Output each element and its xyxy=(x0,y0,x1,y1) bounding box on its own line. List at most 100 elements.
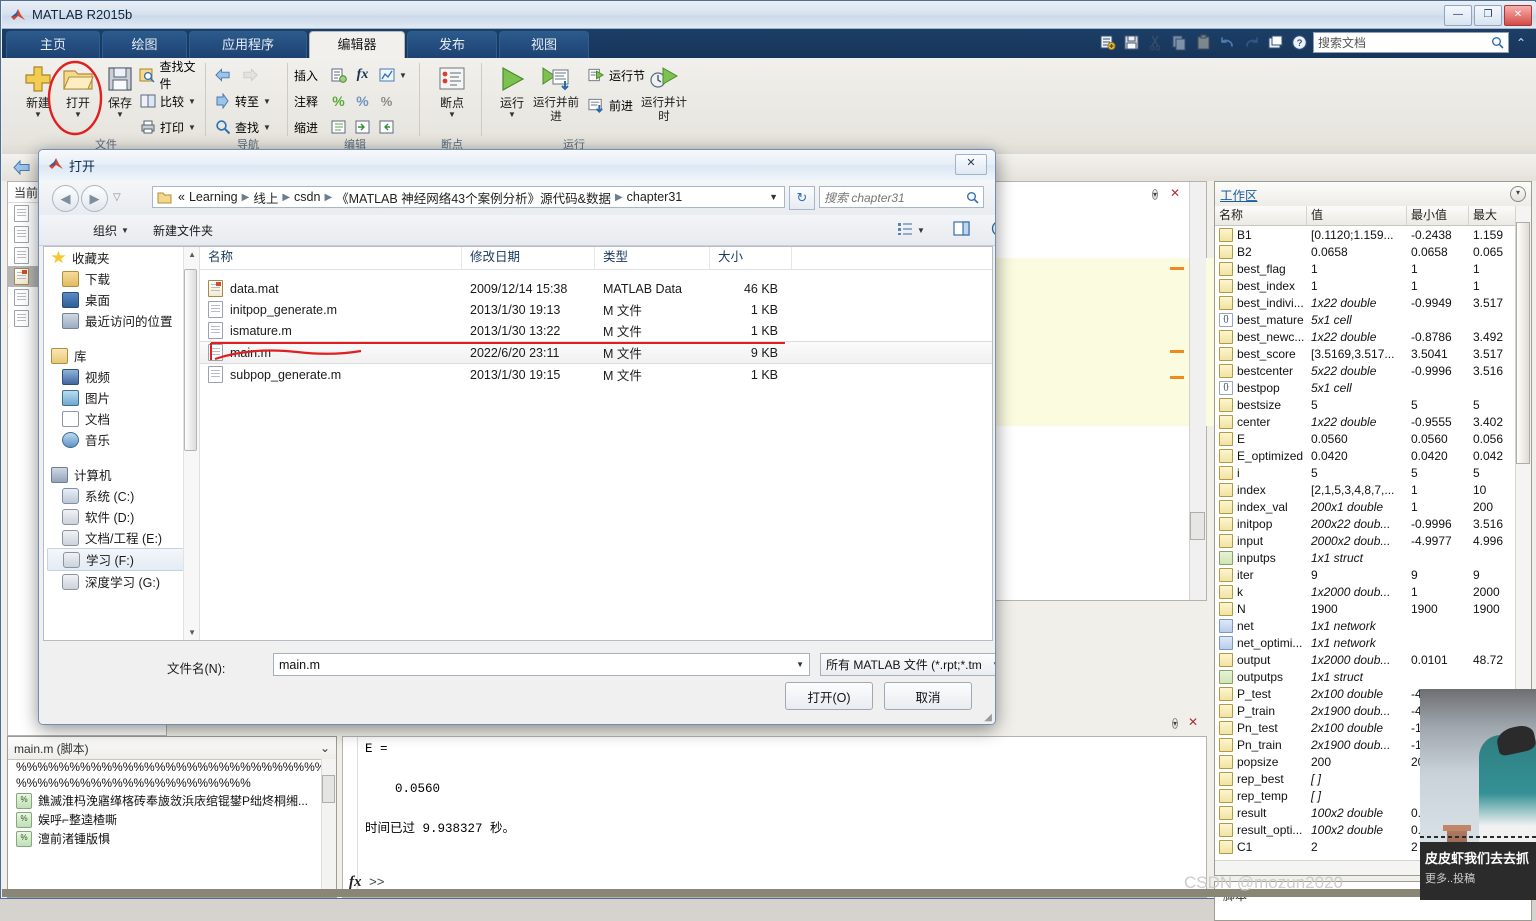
outline-item[interactable]: % 澶前渚锺版惧 xyxy=(8,829,336,848)
indent-left-button[interactable] xyxy=(378,116,395,138)
workspace-row-23[interactable]: net 1x1 network xyxy=(1215,617,1531,634)
insert-block-icon-btn[interactable] xyxy=(330,64,347,86)
workspace-col-max[interactable]: 最大 xyxy=(1469,206,1517,225)
back-button[interactable] xyxy=(214,64,231,86)
workspace-row-20[interactable]: iter 9 9 9 xyxy=(1215,566,1531,583)
workspace-row-13[interactable]: E_optimized 0.0420 0.0420 0.042 xyxy=(1215,447,1531,464)
undo-icon[interactable] xyxy=(1217,32,1238,53)
breakpoints-button[interactable]: 断点 ▼ xyxy=(426,62,478,119)
workspace-row-24[interactable]: net_optimi... 1x1 network xyxy=(1215,634,1531,651)
breadcrumb-item-learning[interactable]: Learning xyxy=(187,190,240,204)
file-row-4[interactable]: subpop_generate.m 2013/1/30 19:15 M 文件 1 KB xyxy=(200,364,992,385)
help-icon[interactable]: ?? xyxy=(1289,32,1310,53)
workspace-row-16[interactable]: index_val 200x1 double 1 200 xyxy=(1215,498,1531,515)
sidebar-item-4[interactable]: 库 xyxy=(44,345,199,366)
workspace-row-6[interactable]: best_newc... 1x22 double -0.8786 3.492 xyxy=(1215,328,1531,345)
dialog-help-button[interactable]: ? xyxy=(985,219,995,241)
workspace-row-1[interactable]: B2 0.0658 0.0658 0.065 xyxy=(1215,243,1531,260)
workspace-row-2[interactable]: best_flag 1 1 1 xyxy=(1215,260,1531,277)
print-caret[interactable]: ▼ xyxy=(188,123,196,132)
filename-input[interactable]: main.m ▼ xyxy=(273,653,810,676)
switch-window-icon[interactable] xyxy=(1265,32,1286,53)
ribbon-collapse-icon[interactable]: ⌃ xyxy=(1512,32,1530,53)
command-window-options-icon[interactable]: ▾ xyxy=(1171,715,1178,730)
comment-button[interactable]: 注释 xyxy=(294,90,318,112)
wrap-comment-button[interactable]: % xyxy=(378,90,395,112)
open-confirm-button[interactable]: 打开(O) xyxy=(785,682,873,710)
workspace-row-11[interactable]: center 1x22 double -0.9555 3.402 xyxy=(1215,413,1531,430)
workspace-scroll-thumb[interactable] xyxy=(1516,222,1530,464)
print-button[interactable]: 打印 ▼ xyxy=(139,116,196,138)
sidebar-item-9[interactable]: 计算机 xyxy=(44,464,199,485)
workspace-row-18[interactable]: input 2000x2 doub... -4.9977 4.996 xyxy=(1215,532,1531,549)
breakpoints-caret[interactable]: ▼ xyxy=(426,110,478,119)
command-window-close-icon[interactable]: ✕ xyxy=(1188,715,1198,729)
dialog-resize-grip[interactable]: ◢ xyxy=(984,712,992,723)
sidebar-item-7[interactable]: 文档 xyxy=(44,408,199,429)
column-header-size[interactable]: 大小 xyxy=(710,247,792,269)
preview-pane-button[interactable] xyxy=(947,219,976,241)
sidebar-item-5[interactable]: 视频 xyxy=(44,366,199,387)
uncomment-button[interactable]: % xyxy=(354,90,371,112)
sidebar-scrollbar[interactable]: ▲ ▼ xyxy=(183,247,199,640)
tab-editor[interactable]: 编辑器 xyxy=(309,31,405,58)
minimize-button[interactable]: — xyxy=(1444,5,1472,26)
editor-close-icon[interactable]: ✕ xyxy=(1170,186,1180,200)
workspace-row-3[interactable]: best_index 1 1 1 xyxy=(1215,277,1531,294)
workspace-col-value[interactable]: 值 xyxy=(1307,206,1407,225)
run-advance-button[interactable]: 运行并前进 xyxy=(528,62,584,124)
column-header-type[interactable]: 类型 xyxy=(595,247,710,269)
cancel-button[interactable]: 取消 xyxy=(884,682,972,710)
dialog-sidebar[interactable]: 收藏夹 下载 桌面 最近访问的位置库视频 图片 文档 音乐 计算机 系统 (C:) 软件 (D:)… xyxy=(44,247,200,640)
sidebar-item-3[interactable]: 最近访问的位置 xyxy=(44,310,199,331)
sidebar-item-1[interactable]: 下载 xyxy=(44,268,199,289)
sidebar-item-12[interactable]: 文档/工程 (E:) xyxy=(44,527,199,548)
workspace-row-26[interactable]: outputps 1x1 struct xyxy=(1215,668,1531,685)
workspace-row-17[interactable]: initpop 200x22 doub... -0.9996 3.516 xyxy=(1215,515,1531,532)
find-caret[interactable]: ▼ xyxy=(263,123,271,132)
command-window[interactable]: E = 0.0560 时间已过 9.938327 秒。 fx >> ✕ ▾ xyxy=(342,715,1207,898)
insert-caret[interactable]: ▼ xyxy=(399,71,407,80)
insert-fi-button[interactable]: ▼ xyxy=(378,64,407,86)
save-icon[interactable] xyxy=(1121,32,1142,53)
workspace-row-9[interactable]: {} bestpop 5x1 cell xyxy=(1215,379,1531,396)
breadcrumb-item-chapter31[interactable]: chapter31 xyxy=(625,190,685,204)
outline-item[interactable]: % 娱呼⌐整逵楂嘶 xyxy=(8,810,336,829)
tab-publish[interactable]: 发布 xyxy=(407,31,497,58)
chevron-down-icon[interactable]: ▾ xyxy=(1171,718,1178,729)
workspace-row-19[interactable]: inputps 1x1 struct xyxy=(1215,549,1531,566)
find-files-button[interactable]: 查找文件 xyxy=(139,60,206,91)
dialog-back-button[interactable]: ◀ xyxy=(52,185,79,212)
editor-options-icon[interactable]: ▾ xyxy=(1151,186,1158,201)
outline-item[interactable]: % 鐎滅淮杩浼寤缂楁砖奉旇敜浜庡绾锟鐢P绌炵桐缃... xyxy=(8,791,336,810)
breadcrumb-item-online[interactable]: 线上 xyxy=(251,188,280,207)
advance-button[interactable]: 前进 xyxy=(588,94,633,116)
tab-plots[interactable]: 绘图 xyxy=(102,31,187,58)
editor-outline-panel[interactable]: main.m (脚本) ⌄ %%%%%%%%%%%%%%%%%%%%%%%%%%… xyxy=(7,736,337,898)
view-mode-button[interactable]: ▼ xyxy=(891,219,931,241)
sidebar-item-10[interactable]: 系统 (C:) xyxy=(44,485,199,506)
workspace-col-name[interactable]: 名称 xyxy=(1215,206,1307,225)
workspace-row-12[interactable]: E 0.0560 0.0560 0.056 xyxy=(1215,430,1531,447)
indent-button[interactable]: 缩进 xyxy=(294,116,318,138)
video-overlay[interactable]: 皮皮虾我们去去抓 更多..投稿 xyxy=(1420,689,1536,900)
open-file-dialog[interactable]: 打开 ✕ ◀ ▶ ▽ « Learning ▶ 线上 ▶ csdn ▶ 《MAT… xyxy=(38,149,996,725)
file-row-3[interactable]: main.m 2022/6/20 23:11 M 文件 9 KB xyxy=(200,341,992,364)
compare-button[interactable]: 比较 ▼ xyxy=(139,90,196,112)
sidebar-item-2[interactable]: 桌面 xyxy=(44,289,199,310)
chevron-down-icon[interactable]: ⌄ xyxy=(320,741,330,755)
nav-back-icon[interactable] xyxy=(12,158,31,177)
workspace-row-10[interactable]: bestsize 5 5 5 xyxy=(1215,396,1531,413)
fx-button[interactable]: fx xyxy=(354,64,371,86)
file-type-filter-select[interactable]: 所有 MATLAB 文件 (*.rpt;*.tm ▼ xyxy=(820,653,995,676)
maximize-button[interactable]: ❐ xyxy=(1474,5,1502,26)
sidebar-scroll-up-icon[interactable]: ▲ xyxy=(188,250,196,259)
view-caret[interactable]: ▼ xyxy=(917,226,925,235)
comment-pct-button[interactable]: % xyxy=(330,90,347,112)
workspace-row-4[interactable]: best_indivi... 1x22 double -0.9949 3.517 xyxy=(1215,294,1531,311)
sidebar-item-11[interactable]: 软件 (D:) xyxy=(44,506,199,527)
tab-home[interactable]: 主页 xyxy=(6,31,100,58)
file-list[interactable]: 名称 修改日期 类型 大小 data.mat 2009/12/14 15:38 MA… xyxy=(200,247,992,640)
workspace-row-25[interactable]: output 1x2000 doub... 0.0101 48.72 xyxy=(1215,651,1531,668)
workspace-row-15[interactable]: index [2,1,5,3,4,8,7,... 1 10 xyxy=(1215,481,1531,498)
